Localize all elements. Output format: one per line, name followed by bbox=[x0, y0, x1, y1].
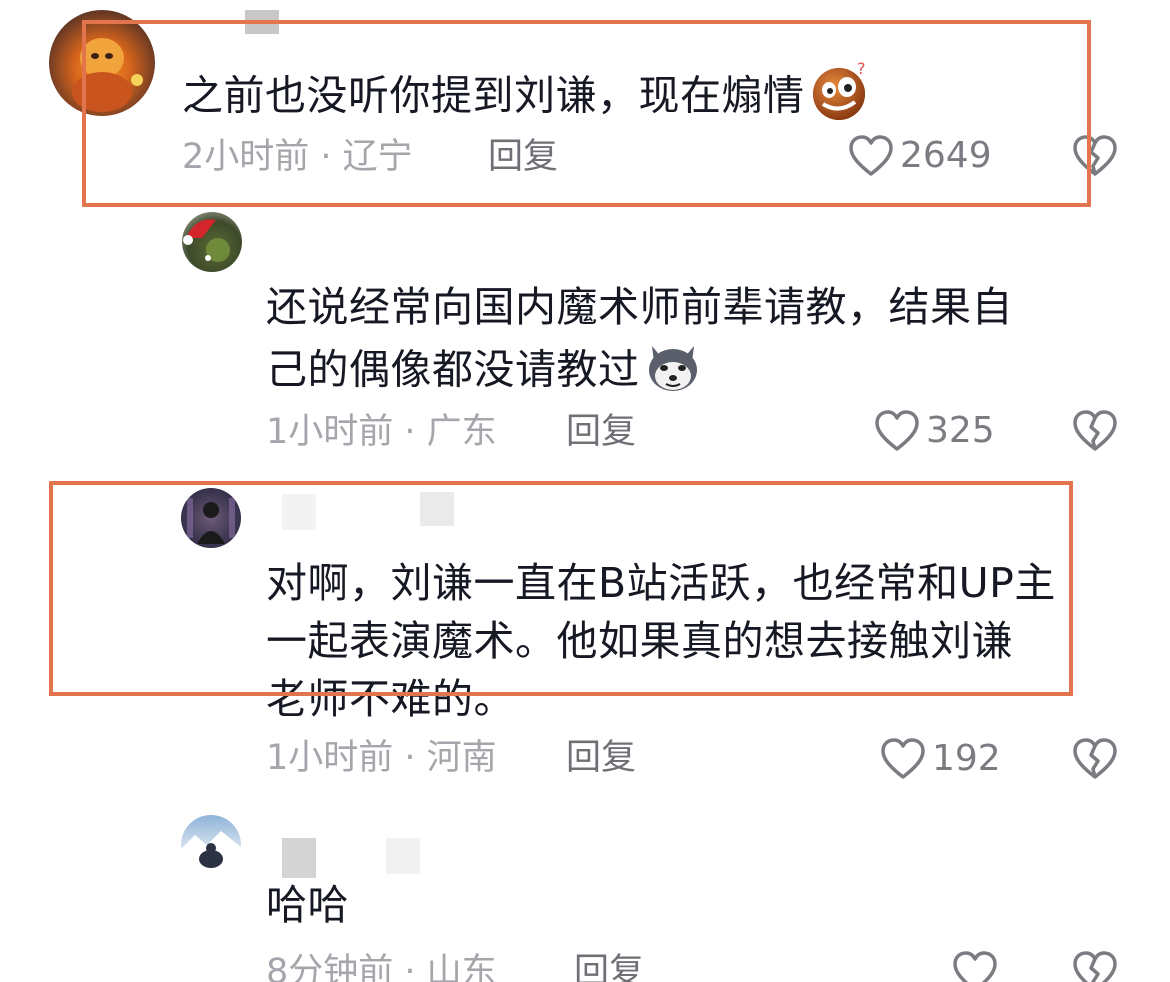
comment-item: 对啊，刘谦一直在B站活跃，也经常和UP主 一起表演魔术。他如果真的想去接触刘谦 … bbox=[0, 480, 1170, 810]
broken-heart-icon bbox=[1073, 135, 1117, 176]
dislike-button[interactable] bbox=[1072, 134, 1118, 182]
heart-icon bbox=[875, 410, 919, 451]
reply-button[interactable]: 回复 bbox=[566, 412, 636, 452]
time-location: 1小时前 · 广东 bbox=[266, 412, 497, 452]
comment-item: 还说经常向国内魔术师前辈请教，结果自 己的偶像都没请教过 1小时前 · 广东 回… bbox=[0, 210, 1170, 480]
svg-text:?: ? bbox=[857, 60, 866, 78]
comment-text: 之前也没听你提到刘谦，现在煽情 ? bbox=[182, 59, 871, 137]
username-redacted bbox=[420, 492, 454, 526]
like-count: 325 bbox=[926, 410, 995, 451]
heart-icon bbox=[881, 738, 925, 779]
time-location: 1小时前 · 河南 bbox=[266, 738, 497, 778]
like-button[interactable] bbox=[952, 950, 998, 982]
avatar-snow-landscape-icon bbox=[181, 831, 241, 875]
husky-dog-emoji-icon bbox=[644, 336, 702, 409]
avatar[interactable] bbox=[181, 815, 241, 875]
comment-text: 对啊，刘谦一直在B站活跃，也经常和UP主 一起表演魔术。他如果真的想去接触刘谦 … bbox=[266, 559, 1056, 723]
comment-text: 哈哈 bbox=[266, 881, 349, 929]
heart-icon bbox=[849, 135, 893, 176]
reply-button[interactable]: 回复 bbox=[488, 137, 558, 177]
avatar-character-icon bbox=[72, 38, 143, 112]
like-button[interactable]: 325 bbox=[874, 409, 995, 453]
comment-text: 还说经常向国内魔术师前辈请教，结果自 己的偶像都没请教过 bbox=[266, 278, 1013, 409]
comment-item: 之前也没听你提到刘谦，现在煽情 ? 2小时前 · 辽宁 回复 2649 bbox=[0, 0, 1170, 210]
like-button[interactable]: 2649 bbox=[848, 134, 992, 178]
avatar[interactable] bbox=[182, 212, 242, 272]
like-count: 192 bbox=[932, 738, 1001, 779]
comment-item: 哈哈 8分钟前 · 山东 回复 bbox=[0, 810, 1170, 982]
time-location: 2小时前 · 辽宁 bbox=[182, 137, 413, 177]
username-redacted bbox=[282, 494, 316, 530]
dislike-button[interactable] bbox=[1072, 409, 1118, 457]
like-count: 2649 bbox=[900, 135, 992, 176]
broken-heart-icon bbox=[1073, 410, 1117, 451]
broken-heart-icon bbox=[1073, 738, 1117, 779]
confused-face-emoji-icon: ? bbox=[809, 59, 871, 137]
like-button[interactable]: 192 bbox=[880, 737, 1001, 781]
dislike-button[interactable] bbox=[1072, 950, 1118, 982]
avatar-santa-hat-icon bbox=[183, 219, 230, 262]
dislike-button[interactable] bbox=[1072, 737, 1118, 785]
reply-button[interactable]: 回复 bbox=[566, 738, 636, 778]
time-location: 8分钟前 · 山东 bbox=[266, 952, 497, 982]
reply-button[interactable]: 回复 bbox=[574, 952, 644, 982]
avatar[interactable] bbox=[49, 10, 155, 116]
username-redacted bbox=[282, 838, 316, 878]
broken-heart-icon bbox=[1073, 951, 1117, 982]
username-redacted bbox=[245, 10, 279, 34]
heart-icon bbox=[953, 951, 997, 982]
avatar-person-icon bbox=[187, 498, 235, 544]
comment-list: 之前也没听你提到刘谦，现在煽情 ? 2小时前 · 辽宁 回复 2649 还说经常… bbox=[0, 0, 1170, 982]
avatar[interactable] bbox=[181, 488, 241, 548]
username-redacted bbox=[386, 838, 420, 874]
